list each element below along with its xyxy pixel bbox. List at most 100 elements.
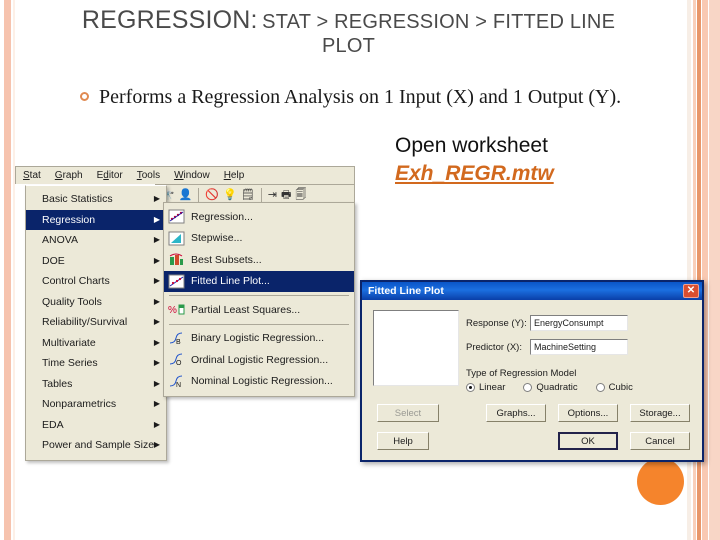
submenu-item-nominal-logistic-regression[interactable]: N Nominal Logistic Regression... <box>164 371 354 393</box>
submenu-item-ordinal-logistic-regression[interactable]: O Ordinal Logistic Regression... <box>164 349 354 371</box>
chevron-right-icon: ▶ <box>153 378 160 388</box>
bar-chart-icon <box>168 252 185 267</box>
menubar-item-graph[interactable]: Graph <box>55 170 83 181</box>
close-icon[interactable]: ✕ <box>683 284 699 298</box>
chevron-right-icon: ▶ <box>153 440 160 450</box>
fitted-line-plot-dialog: Fitted Line Plot ✕ Response (Y): EnergyC… <box>360 280 704 462</box>
menu-item-label: Quality Tools <box>42 295 102 308</box>
submenu-item-partial-least-squares[interactable]: % Partial Least Squares... <box>164 299 354 321</box>
menubar-item-editor[interactable]: Editor <box>97 170 123 181</box>
menu-item-label: Power and Sample Size <box>42 439 155 452</box>
right-border-stripe-5 <box>709 0 720 540</box>
menu-item-label: Tables <box>42 377 73 390</box>
menu-item-label: Regression <box>42 213 96 226</box>
menu-item-label: Multivariate <box>42 336 96 349</box>
worksheet-label: Open worksheet <box>395 134 548 157</box>
graphs-button[interactable]: Graphs... <box>486 404 546 422</box>
submenu-divider-1 <box>169 295 349 296</box>
select-button[interactable]: Select <box>377 404 439 422</box>
menu-item-quality-tools[interactable]: Quality Tools ▶ <box>26 292 166 313</box>
svg-text:%: % <box>168 305 177 316</box>
storage-button[interactable]: Storage... <box>630 404 690 422</box>
dialog-title-text: Fitted Line Plot <box>368 285 444 297</box>
dialog-title-bar[interactable]: Fitted Line Plot ✕ <box>362 282 702 300</box>
worksheet-file-link[interactable]: Exh_REGR.mtw <box>395 161 554 187</box>
svg-text:B: B <box>176 339 181 346</box>
menu-item-regression[interactable]: Regression ▶ <box>26 209 166 230</box>
menubar-item-help[interactable]: Help <box>224 170 245 181</box>
insert-cell-icon[interactable]: ⇥ <box>268 189 277 201</box>
dialog-body: Response (Y): EnergyConsumpt Predictor (… <box>362 300 702 462</box>
menubar-item-stat[interactable]: Stat <box>23 170 41 181</box>
submenu-item-label: Binary Logistic Regression... <box>191 332 325 345</box>
menubar-item-tools[interactable]: Tools <box>137 170 160 181</box>
lightbulb-icon[interactable]: 💡 <box>223 189 237 201</box>
printer-icon[interactable]: 🖶 <box>281 189 291 201</box>
menu-item-doe[interactable]: DOE ▶ <box>26 251 166 272</box>
submenu-item-label: Fitted Line Plot... <box>191 275 270 288</box>
submenu-item-label: Ordinal Logistic Regression... <box>191 353 329 366</box>
submenu-item-regression[interactable]: Regression... <box>164 206 354 228</box>
radio-cubic[interactable]: Cubic <box>595 382 633 393</box>
chevron-right-icon: ▶ <box>153 317 160 327</box>
radio-linear[interactable]: Linear <box>466 382 505 393</box>
pls-icon: % <box>168 302 185 317</box>
chevron-right-icon: ▶ <box>153 214 160 224</box>
bullet-list-item: Performs a Regression Analysis on 1 Inpu… <box>80 84 640 112</box>
submenu-item-label: Best Subsets... <box>191 253 262 266</box>
submenu-item-best-subsets[interactable]: Best Subsets... <box>164 249 354 271</box>
menu-item-label: DOE <box>42 254 65 267</box>
radio-dot-icon <box>523 383 533 392</box>
response-label: Response (Y): <box>466 317 527 329</box>
options-button[interactable]: Options... <box>558 404 618 422</box>
predictor-input[interactable]: MachineSetting <box>530 339 628 355</box>
print-preview-icon[interactable]: 🗐 <box>295 189 306 201</box>
toolbar-separator <box>198 188 200 202</box>
logistic-n-icon: N <box>168 374 185 389</box>
title-path-text: STAT > REGRESSION > FITTED LINE <box>262 11 616 33</box>
chevron-right-icon: ▶ <box>153 399 160 409</box>
stat-dropdown-menu: Basic Statistics ▶ Regression ▶ ANOVA ▶ DOE… <box>25 185 167 461</box>
menubar-item-window[interactable]: Window <box>174 170 210 181</box>
response-input[interactable]: EnergyConsumpt <box>530 315 628 331</box>
regression-submenu: Regression... Stepwise... Best Subsets..… <box>163 202 355 397</box>
menu-item-control-charts[interactable]: Control Charts ▶ <box>26 271 166 292</box>
menu-item-anova[interactable]: ANOVA ▶ <box>26 230 166 251</box>
chevron-right-icon: ▶ <box>153 296 160 306</box>
submenu-item-stepwise[interactable]: Stepwise... <box>164 228 354 250</box>
submenu-item-binary-logistic-regression[interactable]: B Binary Logistic Regression... <box>164 328 354 350</box>
chevron-right-icon: ▶ <box>153 255 160 265</box>
minitab-menubar: Stat Graph Editor Tools Window Help <box>15 166 355 184</box>
radio-quadratic[interactable]: Quadratic <box>523 382 578 393</box>
submenu-item-label: Nominal Logistic Regression... <box>191 375 333 388</box>
no-entry-icon[interactable]: 🚫 <box>205 189 219 201</box>
submenu-item-fitted-line-plot[interactable]: Fitted Line Plot... <box>164 270 354 292</box>
variable-list-box[interactable] <box>373 310 459 386</box>
menu-item-tables[interactable]: Tables ▶ <box>26 374 166 395</box>
submenu-divider-2 <box>169 323 349 325</box>
radio-quadratic-label: Quadratic <box>536 382 578 393</box>
menu-item-nonparametrics[interactable]: Nonparametrics ▶ <box>26 394 166 415</box>
help-button[interactable]: Help <box>377 432 429 450</box>
menu-item-eda[interactable]: EDA ▶ <box>26 415 166 436</box>
menu-item-label: Control Charts <box>42 275 110 288</box>
note-icon[interactable]: 🗒 <box>241 189 255 201</box>
left-border-stripe <box>4 0 11 540</box>
predictor-label: Predictor (X): <box>466 341 522 353</box>
menu-item-label: ANOVA <box>42 234 78 247</box>
cancel-button[interactable]: Cancel <box>630 432 690 450</box>
person-find-icon[interactable]: 👤 <box>179 189 193 201</box>
minitab-menu-screenshot: Stat Graph Editor Tools Window Help 🔭 👤 … <box>15 166 355 466</box>
menu-item-label: Time Series <box>42 357 98 370</box>
ok-button[interactable]: OK <box>558 432 618 450</box>
menu-item-multivariate[interactable]: Multivariate ▶ <box>26 333 166 354</box>
menu-item-time-series[interactable]: Time Series ▶ <box>26 353 166 374</box>
menu-item-reliability[interactable]: Reliability/Survival ▶ <box>26 312 166 333</box>
page-title: REGRESSION: STAT > REGRESSION > FITTED L… <box>26 6 671 58</box>
menu-item-basic-statistics[interactable]: Basic Statistics ▶ <box>26 189 166 210</box>
chevron-right-icon: ▶ <box>153 194 160 204</box>
submenu-item-label: Partial Least Squares... <box>191 303 301 316</box>
chevron-right-icon: ▶ <box>153 337 160 347</box>
menu-item-label: Basic Statistics <box>42 193 113 206</box>
menu-item-power-sample-size[interactable]: Power and Sample Size ▶ <box>26 435 166 456</box>
